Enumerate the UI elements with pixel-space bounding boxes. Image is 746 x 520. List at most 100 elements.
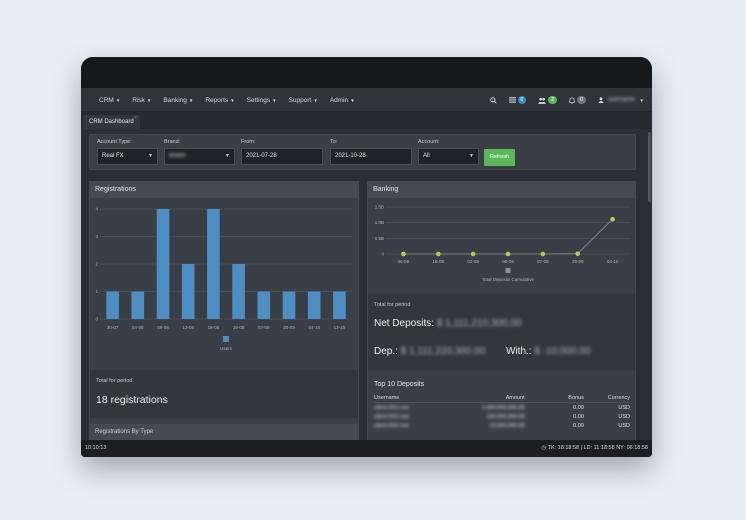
- data-point: [575, 251, 581, 256]
- close-icon[interactable]: ×: [134, 115, 137, 121]
- banking-panel: Banking 0 0.5B 1.0B 1.5B 06-08 18-08 02-09 06-0…: [367, 181, 636, 451]
- top-navbar: CRM ▼ Risk ▼ Banking ▼ Reports ▼ Settings ▼ Suppor…: [81, 88, 652, 112]
- table-row[interactable]: client-003-real 10,000,000.00 0.00 USD: [374, 421, 630, 430]
- banking-chart: 0 0.5B 1.0B 1.5B 06-08 18-08 02-09 06-09 07-09 29…: [375, 205, 630, 282]
- column-header[interactable]: Amount: [466, 394, 533, 403]
- username-label: username: [607, 97, 635, 103]
- x-tick-label: 04-10: [607, 259, 619, 264]
- legend-swatch: [505, 268, 511, 273]
- account-type-value: Real FX: [102, 153, 124, 159]
- x-tick-label: 18-08: [208, 325, 220, 330]
- brand-select[interactable]: Brand ▼: [164, 148, 235, 165]
- filter-bar: Account Type: Real FX ▼ Brand: Brand ▼ F…: [89, 134, 636, 170]
- column-header[interactable]: Bonus: [532, 394, 584, 403]
- chevron-down-icon: ▼: [188, 97, 194, 103]
- chevron-down-icon: ▼: [272, 97, 277, 103]
- amount-cell: 1,000,000,000.00: [481, 404, 525, 411]
- refresh-button[interactable]: Refresh: [484, 149, 515, 166]
- account-value: All: [423, 153, 430, 159]
- from-date-input[interactable]: 2021-07-28: [241, 148, 323, 165]
- column-header[interactable]: Currency: [583, 394, 630, 403]
- table-row[interactable]: client-001-real 1,000,000,000.00 0.00 USD: [374, 403, 630, 413]
- brand-value: Brand: [169, 153, 186, 159]
- bar: [333, 291, 346, 319]
- nav-item-label: CRM: [99, 96, 114, 104]
- bar: [106, 291, 119, 319]
- registrations-panel: Registrations 0 1 2 3 4 30-07 04-08 09-08 13-08 1…: [89, 181, 359, 451]
- nav-item-admin[interactable]: Admin ▼: [330, 97, 355, 104]
- legend-label: Users: [220, 346, 233, 351]
- dropdown-caret-icon: ▼: [469, 153, 474, 159]
- nav-item-label: Risk: [132, 96, 145, 104]
- column-header[interactable]: Username: [374, 394, 467, 403]
- dropdown-caret-icon: ▼: [225, 153, 230, 159]
- y-tick-label: 1.0B: [375, 220, 384, 225]
- bar: [282, 291, 296, 319]
- bell-icon[interactable]: 0: [569, 96, 586, 104]
- chevron-down-icon: ▼: [146, 97, 152, 103]
- deposits-line: Dep.: $ 1,111,220,300.00: [374, 346, 485, 357]
- registrations-period-label: Total for period: [96, 378, 133, 384]
- bell-badge: 0: [577, 96, 586, 104]
- tab-crm-dashboard[interactable]: CRM Dashboard: [83, 115, 140, 129]
- brand-label: Brand:: [164, 139, 181, 145]
- list-icon[interactable]: 0: [508, 96, 527, 104]
- nav-item-label: Admin: [329, 96, 349, 104]
- username-cell: client-001-real: [374, 404, 409, 411]
- net-deposits: Net Deposits: $ 1,111,210,300.00: [374, 318, 522, 329]
- nav-item-settings[interactable]: Settings ▼: [247, 97, 277, 104]
- users-badge: 2: [548, 96, 558, 104]
- legend-swatch: [223, 336, 229, 342]
- top-deposits-title: Top 10 Deposits: [374, 381, 425, 388]
- device-frame: CRM ▼ Risk ▼ Banking ▼ Reports ▼ Settings ▼ Suppor…: [81, 57, 652, 457]
- series-line: [403, 218, 613, 255]
- table-row[interactable]: client-002-real 100,000,000.00 0.00 USD: [374, 412, 630, 421]
- account-label: Account:: [418, 139, 440, 145]
- currency-cell: USD: [618, 413, 630, 420]
- scrollbar[interactable]: [648, 132, 651, 202]
- data-point: [505, 251, 511, 257]
- x-tick-label: 30-07: [107, 325, 119, 330]
- list-badge: 0: [517, 96, 527, 104]
- nav-item-risk[interactable]: Risk ▼: [132, 97, 151, 104]
- legend-label: Total Deposits Cumulative: [482, 277, 535, 282]
- x-tick-label: 29-09: [572, 259, 584, 264]
- withdrawals-label: With.:: [506, 346, 532, 357]
- user-menu[interactable]: username ▼: [598, 97, 644, 103]
- nav-item-label: Reports: [205, 96, 229, 104]
- banking-title: Banking: [368, 182, 635, 198]
- y-tick-label: 0: [95, 317, 98, 322]
- account-select[interactable]: All ▼: [418, 148, 479, 165]
- navbar-tools: 0 2 0 username ▼: [489, 88, 644, 112]
- nav-item-crm[interactable]: CRM ▼: [99, 97, 120, 104]
- account-filter: Account: All ▼: [418, 139, 479, 165]
- status-clocks: ◷ TK: 18:18:58 | LD: 11:18:58 NY: 06:18:…: [541, 440, 648, 457]
- deposits-value: $ 1,111,220,300.00: [400, 346, 486, 357]
- nav-item-support[interactable]: Support ▼: [289, 97, 318, 104]
- data-point: [540, 251, 546, 257]
- to-date-input[interactable]: 2021-10-28: [330, 148, 412, 165]
- data-point: [610, 216, 615, 222]
- device-bezel: [81, 57, 652, 88]
- amount-cell: 10,000,000.00: [489, 422, 525, 429]
- x-tick-label: 02-09: [467, 259, 479, 264]
- tab-bar: CRM Dashboard ×: [81, 112, 652, 129]
- y-tick-label: 3: [95, 234, 98, 239]
- bonus-cell: 0.00: [573, 413, 584, 420]
- chevron-down-icon: ▼: [313, 97, 318, 103]
- clock-icon: ◷: [541, 445, 547, 451]
- from-filter: From: 2021-07-28: [241, 139, 323, 165]
- nav-item-reports[interactable]: Reports ▼: [205, 97, 234, 104]
- account-type-select[interactable]: Real FX ▼: [97, 148, 158, 165]
- status-bar: 10:10:13 ◷ TK: 18:18:58 | LD: 11:18:58 N…: [81, 440, 652, 457]
- bar: [156, 209, 170, 319]
- x-tick-label: 07-09: [258, 325, 270, 330]
- y-tick-label: 0.5B: [375, 236, 384, 241]
- search-icon[interactable]: [489, 96, 497, 104]
- y-tick-label: 2: [95, 262, 98, 267]
- brand-filter: Brand: Brand ▼: [164, 139, 235, 165]
- username-cell: client-002-real: [374, 413, 409, 420]
- nav-item-banking[interactable]: Banking ▼: [163, 97, 193, 104]
- chevron-down-icon: ▼: [115, 97, 121, 103]
- users-icon[interactable]: 2: [538, 96, 558, 104]
